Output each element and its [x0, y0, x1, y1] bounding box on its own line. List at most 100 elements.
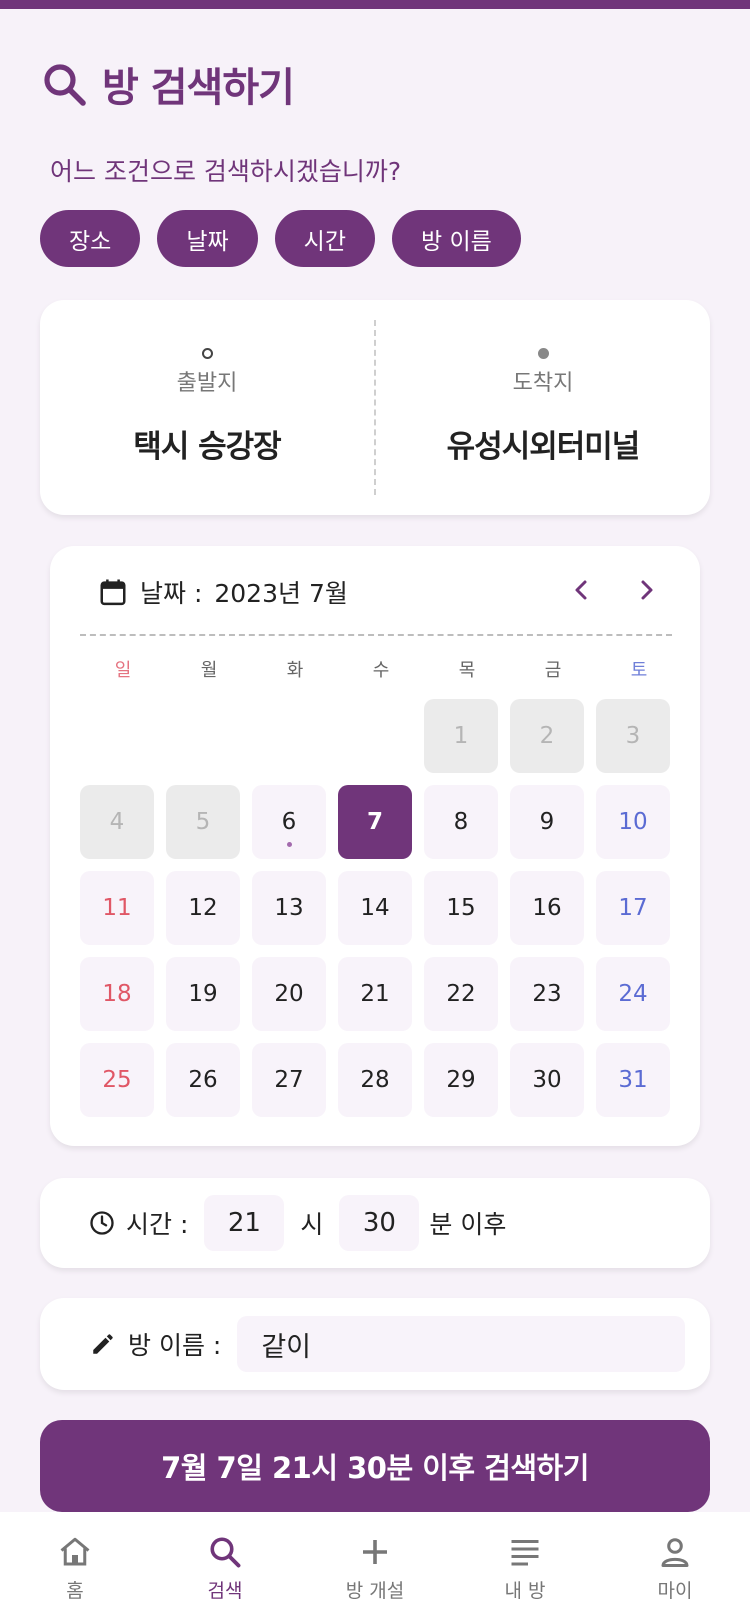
calendar-day-19[interactable]: 19 [166, 957, 240, 1031]
calendar-day-20[interactable]: 20 [252, 957, 326, 1031]
calendar-empty-cell [80, 699, 154, 773]
hour-input[interactable]: 21 [204, 1195, 285, 1251]
chip-place[interactable]: 장소 [40, 210, 141, 267]
prev-month-button[interactable] [564, 572, 600, 608]
calendar-day-5: 5 [166, 785, 240, 859]
calendar-icon [100, 579, 126, 606]
weekday-wed: 수 [372, 660, 390, 681]
person-icon [661, 1538, 689, 1567]
calendar-day-25[interactable]: 25 [80, 1043, 154, 1117]
calendar-day-24[interactable]: 24 [596, 957, 670, 1031]
today-indicator-dot [287, 842, 292, 847]
arrival-dot-icon [537, 348, 549, 359]
page-header: 방 검색하기 [40, 55, 295, 113]
calendar-day-16[interactable]: 16 [510, 871, 584, 945]
date-label: 날짜 : [140, 579, 203, 608]
nav-my-rooms[interactable]: 내 방 [450, 1512, 600, 1624]
calendar-header: 날짜 : 2023년 7월 [98, 574, 348, 610]
chip-room-name[interactable]: 방 이름 [391, 210, 521, 267]
room-name-card: 방 이름 : 같이 [40, 1298, 710, 1390]
nav-home[interactable]: 홈 [0, 1512, 150, 1624]
nav-my-page[interactable]: 마이 [600, 1512, 750, 1624]
nav-search[interactable]: 검색 [150, 1512, 300, 1624]
calendar-day-18[interactable]: 18 [80, 957, 154, 1031]
calendar-day-17[interactable]: 17 [596, 871, 670, 945]
departure-dot-icon [201, 348, 213, 359]
calendar-card: 날짜 : 2023년 7월 일 월 화 수 목 금 토 1 2 3 4 5 6 7 8 9 10 1… [50, 546, 700, 1146]
pencil-icon [93, 1334, 113, 1354]
weekday-fri: 금 [544, 660, 562, 681]
room-name-input[interactable]: 같이 [237, 1316, 686, 1372]
weekday-mon: 월 [200, 660, 218, 681]
calendar-day-21[interactable]: 21 [338, 957, 412, 1031]
calendar-day-10[interactable]: 10 [596, 785, 670, 859]
weekday-sun: 일 [114, 660, 132, 681]
calendar-day-4: 4 [80, 785, 154, 859]
calendar-day-7[interactable]: 7 [338, 785, 412, 859]
hour-unit: 시 [300, 1210, 324, 1239]
chevron-left-icon [575, 580, 587, 600]
calendar-day-26[interactable]: 26 [166, 1043, 240, 1117]
calendar-day-2: 2 [510, 699, 584, 773]
nav-my-page-label: 마이 [657, 1580, 693, 1602]
page-title: 방 검색하기 [102, 65, 295, 111]
room-name-label: 방 이름 : [128, 1331, 222, 1360]
plus-icon [363, 1540, 387, 1564]
calendar-day-12[interactable]: 12 [166, 871, 240, 945]
bottom-navigation: 홈 검색 방 개설 내 방 마이 [0, 1512, 750, 1624]
current-month: 2023년 7월 [214, 579, 348, 608]
calendar-day-31[interactable]: 31 [596, 1043, 670, 1117]
day-grid: 1 2 3 4 5 6 7 8 9 10 11 12 13 14 15 16 17 18 19 20 21 22 23 24 2… [80, 699, 684, 1117]
time-label: 시간 : [126, 1210, 189, 1239]
calendar-day-23[interactable]: 23 [510, 957, 584, 1031]
next-month-button[interactable] [628, 572, 664, 608]
arrival-place: 유성시외터미널 [446, 429, 641, 465]
calendar-day-27[interactable]: 27 [252, 1043, 326, 1117]
calendar-day-9[interactable]: 9 [510, 785, 584, 859]
nav-search-label: 검색 [207, 1580, 243, 1602]
nav-my-rooms-label: 내 방 [504, 1580, 546, 1602]
filter-chips: 장소 날짜 시간 방 이름 [40, 210, 521, 267]
minute-input[interactable]: 30 [339, 1195, 420, 1251]
home-icon [60, 1537, 90, 1566]
weekday-sat: 토 [630, 660, 648, 681]
calendar-day-3: 3 [596, 699, 670, 773]
clock-icon [90, 1211, 114, 1235]
calendar-day-8[interactable]: 8 [424, 785, 498, 859]
nav-home-label: 홈 [66, 1580, 84, 1602]
calendar-day-13[interactable]: 13 [252, 871, 326, 945]
search-icon [210, 1537, 241, 1568]
calendar-day-11[interactable]: 11 [80, 871, 154, 945]
calendar-empty-cell [252, 699, 326, 773]
calendar-day-29[interactable]: 29 [424, 1043, 498, 1117]
departure-label: 출발지 [176, 371, 238, 396]
nav-create-room-label: 방 개설 [345, 1580, 405, 1602]
chip-date[interactable]: 날짜 [157, 210, 258, 267]
weekday-row: 일 월 화 수 목 금 토 [80, 656, 684, 682]
departure-section[interactable]: 출발지 택시 승강장 [40, 300, 374, 515]
arrival-section[interactable]: 도착지 유성시외터미널 [376, 300, 710, 515]
calendar-day-14[interactable]: 14 [338, 871, 412, 945]
calendar-day-30[interactable]: 30 [510, 1043, 584, 1117]
chip-time[interactable]: 시간 [274, 210, 375, 267]
weekday-thu: 목 [458, 660, 476, 681]
calendar-day-15[interactable]: 15 [424, 871, 498, 945]
search-question: 어느 조건으로 검색하시겠습니까? [50, 157, 402, 186]
minute-unit: 분 이후 [429, 1210, 507, 1239]
chevron-right-icon [641, 580, 653, 600]
calendar-day-1: 1 [424, 699, 498, 773]
list-icon [511, 1540, 539, 1566]
calendar-separator [80, 634, 672, 636]
calendar-day-28[interactable]: 28 [338, 1043, 412, 1117]
route-card: 출발지 택시 승강장 도착지 유성시외터미널 [40, 300, 710, 515]
weekday-tue: 화 [286, 660, 304, 681]
calendar-day-6[interactable]: 6 [252, 785, 326, 859]
departure-place: 택시 승강장 [133, 429, 281, 465]
calendar-empty-cell [166, 699, 240, 773]
search-button[interactable]: 7월 7일 21시 30분 이후 검색하기 [40, 1420, 710, 1512]
nav-create-room[interactable]: 방 개설 [300, 1512, 450, 1624]
calendar-empty-cell [338, 699, 412, 773]
time-card: 시간 : 21 시 30 분 이후 [40, 1178, 710, 1268]
arrival-label: 도착지 [512, 371, 574, 396]
calendar-day-22[interactable]: 22 [424, 957, 498, 1031]
